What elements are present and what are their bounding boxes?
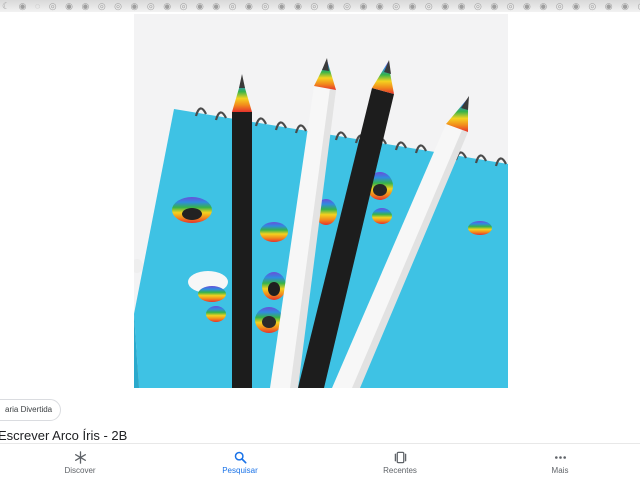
- more-horiz-icon: [553, 450, 567, 464]
- category-chip[interactable]: aria Divertida: [0, 399, 62, 421]
- nav-label-search: Pesquisar: [222, 466, 258, 475]
- nav-label-recent: Recentes: [383, 466, 417, 475]
- nav-label-discover: Discover: [64, 466, 96, 475]
- nav-item-discover[interactable]: Discover: [0, 444, 160, 480]
- nav-item-search[interactable]: Pesquisar: [160, 444, 320, 480]
- product-image[interactable]: [134, 14, 508, 388]
- bottom-navigation: Discover Pesquisar Recentes Mais: [0, 443, 640, 480]
- recent-tabs-icon: [393, 450, 407, 464]
- nav-label-more: Mais: [551, 466, 569, 475]
- status-icons: ☾ ◉ ◌ ◎ ◉ ◉ ◎ ◎ ◉ ◎ ◉ ◎ ◉ ◉ ◎ ◉ ◎ ◉ ◉ ◎ …: [2, 1, 640, 11]
- status-bar: ☾ ◉ ◌ ◎ ◉ ◉ ◎ ◎ ◉ ◎ ◉ ◎ ◉ ◉ ◎ ◉ ◎ ◉ ◉ ◎ …: [0, 0, 640, 12]
- search-icon: [233, 450, 247, 464]
- nav-item-recent[interactable]: Recentes: [320, 444, 480, 480]
- nav-item-more[interactable]: Mais: [480, 444, 640, 480]
- result-title[interactable]: Escrever Arco Íris - 2B: [0, 428, 127, 443]
- asterisk-icon: [73, 450, 87, 464]
